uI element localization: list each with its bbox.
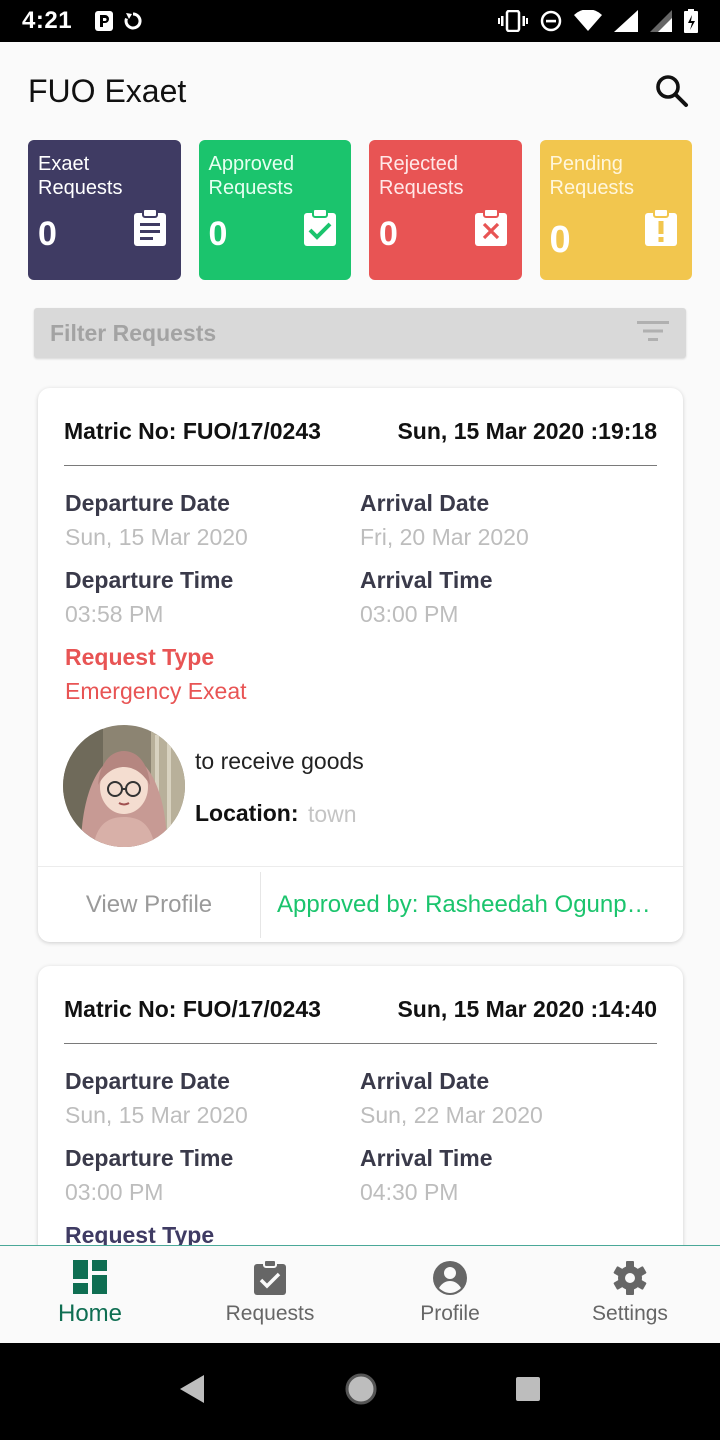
departure-time-value: 03:58 PM — [65, 601, 164, 627]
stat-card-exaet-requests[interactable]: Exaet Requests 0 — [28, 140, 181, 280]
clipboard-check-icon — [254, 1260, 286, 1295]
departure-date-label: Departure Date — [65, 1068, 230, 1094]
arrival-date-value: Sun, 22 Mar 2020 — [360, 1102, 543, 1128]
stat-card-pending-requests[interactable]: Pending Requests 0 — [539, 140, 692, 280]
arrival-time-label: Arrival Time — [360, 567, 493, 593]
departure-date-value: Sun, 15 Mar 2020 — [65, 524, 248, 550]
nav-item-settings[interactable]: Settings — [540, 1246, 720, 1343]
avatar[interactable] — [63, 725, 185, 847]
nav-item-profile[interactable]: Profile — [360, 1246, 540, 1343]
departure-time-value: 03:00 PM — [65, 1179, 164, 1205]
departure-date-value: Sun, 15 Mar 2020 — [65, 1102, 248, 1128]
vibrate-icon — [498, 10, 528, 32]
filter-icon[interactable] — [636, 319, 670, 348]
account-circle-icon — [433, 1261, 467, 1295]
request-card[interactable]: Matric No: FUO/17/0243 Sun, 15 Mar 2020 … — [38, 388, 683, 942]
status-time: 4:21 — [22, 7, 73, 34]
back-icon[interactable] — [178, 1373, 208, 1410]
do-not-disturb-icon — [540, 10, 562, 32]
arrival-date-value: Fri, 20 Mar 2020 — [360, 524, 529, 550]
departure-date-label: Departure Date — [65, 490, 230, 516]
stat-count: 0 — [38, 215, 57, 253]
filter-requests-input[interactable]: Filter Requests — [34, 308, 686, 358]
request-type-value: Emergency Exeat — [65, 678, 247, 704]
stat-card-approved-requests[interactable]: Approved Requests 0 — [198, 140, 351, 280]
parking-notification-icon — [94, 10, 114, 32]
gear-icon — [613, 1261, 647, 1295]
request-card-header: Matric No: FUO/17/0243 Sun, 15 Mar 2020 … — [64, 996, 657, 1044]
status-bar: 4:21 — [0, 0, 720, 42]
view-profile-button[interactable]: View Profile — [38, 891, 260, 919]
stat-count: 0 — [549, 219, 571, 261]
stat-label: Pending Requests — [549, 153, 635, 199]
clipboard-check-icon — [303, 208, 337, 252]
request-type-label: Request Type — [65, 644, 215, 670]
signal-icon — [614, 10, 638, 32]
app-title: FUO Exaet — [28, 72, 187, 109]
stats-row: Exaet Requests 0 Approved Requests 0 Rej… — [28, 140, 692, 280]
clipboard-x-icon — [474, 208, 508, 252]
sync-icon — [124, 11, 142, 31]
system-navigation-bar — [0, 1343, 720, 1440]
matric-number: Matric No: FUO/17/0243 — [64, 418, 321, 444]
request-reason: to receive goods — [195, 748, 364, 774]
clipboard-alert-icon — [644, 208, 678, 252]
search-button[interactable] — [652, 71, 692, 111]
request-timestamp: Sun, 15 Mar 2020 :14:40 — [397, 996, 657, 1022]
nav-label: Requests — [225, 1302, 315, 1325]
home-icon[interactable] — [344, 1372, 378, 1411]
filter-placeholder: Filter Requests — [50, 319, 217, 346]
stat-label: Exaet Requests — [38, 153, 123, 199]
stat-label: Rejected Requests — [379, 153, 464, 199]
departure-time-label: Departure Time — [65, 567, 234, 593]
wifi-icon — [574, 10, 602, 32]
arrival-time-value: 04:30 PM — [360, 1179, 459, 1205]
nav-label: Profile — [420, 1302, 480, 1325]
bottom-navigation: Home Requests Profile Settings — [0, 1245, 720, 1343]
nav-label: Settings — [592, 1302, 668, 1325]
location-value: town — [308, 801, 357, 827]
search-icon — [656, 75, 688, 107]
arrival-date-label: Arrival Date — [360, 1068, 490, 1094]
nav-item-home[interactable]: Home — [0, 1246, 180, 1343]
departure-time-label: Departure Time — [65, 1145, 234, 1171]
request-timestamp: Sun, 15 Mar 2020 :19:18 — [397, 418, 657, 444]
clipboard-list-icon — [133, 208, 167, 252]
battery-icon — [684, 9, 698, 33]
arrival-date-label: Arrival Date — [360, 490, 490, 516]
stat-count: 0 — [379, 215, 398, 253]
signal-2-icon — [650, 10, 672, 32]
stat-card-rejected-requests[interactable]: Rejected Requests 0 — [369, 140, 522, 280]
arrival-time-value: 03:00 PM — [360, 601, 459, 627]
matric-number: Matric No: FUO/17/0243 — [64, 996, 321, 1022]
request-card-footer: View Profile Approved by: Rasheedah Ogun… — [38, 866, 683, 942]
stat-count: 0 — [208, 215, 228, 253]
location-label: Location: — [195, 800, 299, 826]
approved-by-text: Approved by: Rasheedah Ogunpaimo — [277, 890, 661, 918]
recents-icon[interactable] — [514, 1375, 542, 1408]
nav-item-requests[interactable]: Requests — [180, 1246, 360, 1343]
nav-label: Home — [57, 1300, 123, 1327]
app-bar: FUO Exaet — [0, 42, 720, 140]
dashboard-icon — [73, 1260, 107, 1294]
request-card-header: Matric No: FUO/17/0243 Sun, 15 Mar 2020 … — [64, 418, 657, 466]
stat-label: Approved Requests — [208, 153, 295, 199]
arrival-time-label: Arrival Time — [360, 1145, 493, 1171]
